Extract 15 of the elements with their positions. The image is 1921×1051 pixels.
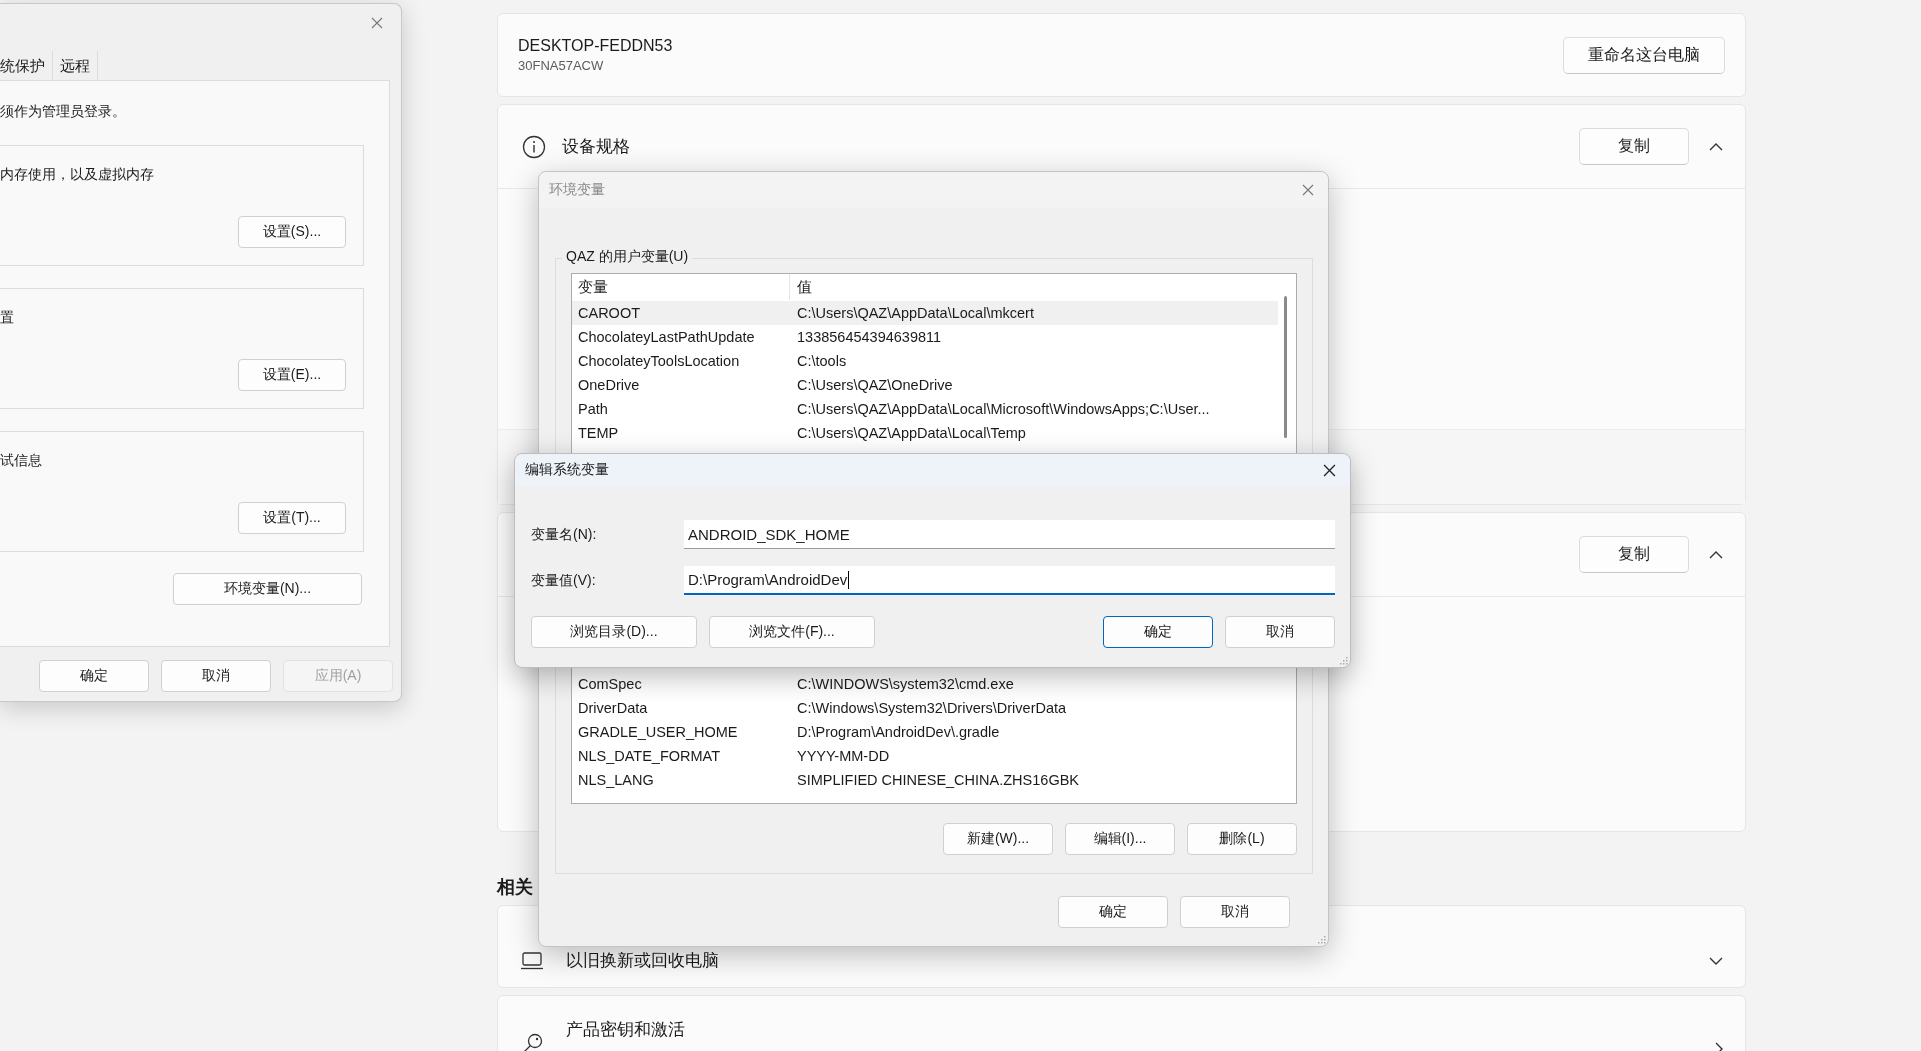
related-item-title: 以旧换新或回收电脑 <box>566 950 719 972</box>
device-model: 30FNA57ACW <box>518 58 605 73</box>
group-label: QAZ 的用户变量(U) <box>562 248 693 266</box>
device-name: DESKTOP-FEDDN53 <box>518 37 673 55</box>
group-text: 试信息 <box>0 452 43 470</box>
related-item-title: 产品密钥和激活 <box>566 1019 685 1041</box>
group-text: 内存使用，以及虚拟内存 <box>0 166 155 184</box>
section-title: 设备规格 <box>562 136 630 158</box>
section-heading: 相关 <box>497 876 534 897</box>
admin-note: 须作为管理员登录。 <box>0 103 127 121</box>
group-text: 置 <box>0 309 15 327</box>
window-title: 编辑系统变量 <box>525 461 609 479</box>
field-label: 变量值(V): <box>531 571 597 590</box>
field-label: 变量名(N): <box>531 525 598 544</box>
window-title: 环境变量 <box>549 181 605 199</box>
